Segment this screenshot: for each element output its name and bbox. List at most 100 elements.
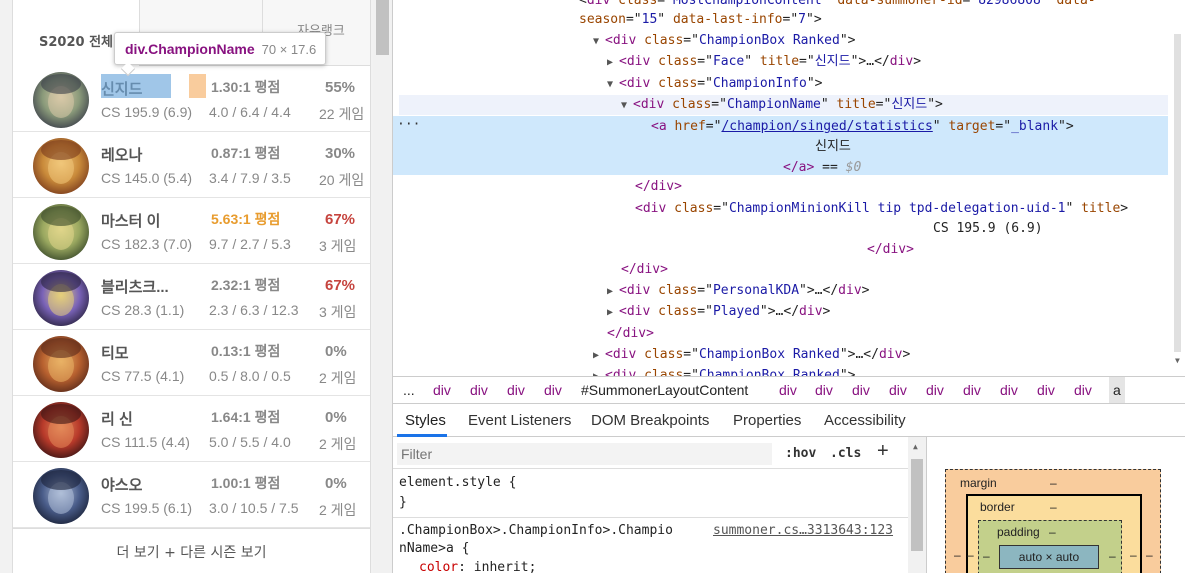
- page-scroll-thumb[interactable]: [376, 0, 389, 55]
- collapsed-triangle-icon[interactable]: ▶: [607, 282, 619, 302]
- padding-left-value[interactable]: –: [983, 549, 990, 563]
- margin-value[interactable]: –: [1050, 476, 1057, 490]
- breadcrumb-item[interactable]: div: [470, 382, 488, 398]
- padding-right-value[interactable]: –: [1109, 549, 1116, 563]
- champion-avatar[interactable]: [33, 402, 89, 458]
- dom-node-line[interactable]: ▶ <div class="Face" title="신지드">…</div>: [607, 52, 921, 72]
- collapsed-triangle-icon[interactable]: ▶: [607, 53, 619, 73]
- champion-row[interactable]: 야스오 CS 199.5 (6.1) 1.00:1 평점 3.0 / 10.5 / 7…: [13, 462, 370, 528]
- breadcrumb-item[interactable]: div: [507, 382, 525, 398]
- elements-scrollbar[interactable]: ▼: [1168, 0, 1185, 376]
- tab-properties[interactable]: Properties: [733, 412, 801, 429]
- collapsed-triangle-icon[interactable]: ▶: [593, 367, 605, 376]
- styles-scroll-thumb[interactable]: [911, 459, 923, 551]
- breadcrumb-item[interactable]: div: [852, 382, 870, 398]
- border-left-value[interactable]: –: [967, 548, 974, 562]
- elements-scroll-thumb[interactable]: [1174, 34, 1181, 352]
- dom-node-line[interactable]: <a href="/champion/singed/statistics" ta…: [651, 117, 1074, 137]
- breadcrumb-item[interactable]: div: [433, 382, 451, 398]
- champion-avatar[interactable]: [33, 72, 89, 128]
- dom-token[interactable]: /champion/singed/statistics: [721, 119, 932, 134]
- dom-node-line[interactable]: </div>: [867, 240, 914, 260]
- breadcrumb-item[interactable]: div: [1000, 382, 1018, 398]
- dom-node-line[interactable]: ▼ <div class="ChampionBox Ranked">: [593, 31, 855, 51]
- dom-node-line[interactable]: </div>: [635, 177, 682, 197]
- dom-node-line[interactable]: ▼ <div class="ChampionName" title="신지드">: [621, 95, 943, 115]
- champion-row[interactable]: 티모 CS 77.5 (4.1) 0.13:1 평점 0.5 / 8.0 / 0.5 0…: [13, 330, 370, 396]
- cls-toggle[interactable]: .cls: [830, 446, 861, 461]
- padding-value[interactable]: –: [1049, 525, 1056, 539]
- scroll-up-arrow-icon[interactable]: ▲: [913, 442, 918, 451]
- dom-node-line[interactable]: </div>: [621, 260, 668, 280]
- styles-filter-input[interactable]: [397, 443, 772, 465]
- dom-node-line[interactable]: ▶<div class="ChampionBox Ranked">: [593, 366, 855, 376]
- champion-name[interactable]: 마스터 이: [101, 210, 160, 231]
- champion-name[interactable]: 리 신: [101, 408, 133, 429]
- champion-row[interactable]: 레오나 CS 145.0 (5.4) 0.87:1 평점 3.4 / 7.9 / 3.…: [13, 132, 370, 198]
- dom-node-line[interactable]: <div class="ChampionMinionKill tip tpd-d…: [635, 199, 1128, 219]
- dom-node-line[interactable]: ▶ <div class="Played">…</div>: [607, 302, 830, 322]
- breadcrumb-item[interactable]: div: [926, 382, 944, 398]
- champion-avatar[interactable]: [33, 270, 89, 326]
- breadcrumb-item[interactable]: #SummonerLayoutContent: [581, 382, 748, 398]
- expand-triangle-icon[interactable]: ▼: [593, 32, 605, 52]
- champion-avatar[interactable]: [33, 336, 89, 392]
- margin-right-value[interactable]: –: [1146, 548, 1153, 562]
- breadcrumb-item[interactable]: a: [1109, 377, 1125, 403]
- champion-row[interactable]: 마스터 이 CS 182.3 (7.0) 5.63:1 평점 9.7 / 2.7 / …: [13, 198, 370, 264]
- node-menu-dots[interactable]: ···: [397, 117, 420, 132]
- new-rule-plus-icon[interactable]: +: [877, 440, 889, 463]
- collapsed-triangle-icon[interactable]: ▶: [593, 346, 605, 366]
- dom-node-line[interactable]: 신지드: [815, 137, 851, 157]
- champion-name[interactable]: 티모: [101, 342, 129, 363]
- breadcrumb-item[interactable]: div: [963, 382, 981, 398]
- breadcrumb-item[interactable]: div: [544, 382, 562, 398]
- border-right-value[interactable]: –: [1130, 548, 1137, 562]
- breadcrumb-item[interactable]: div: [889, 382, 907, 398]
- rule-selector-cont[interactable]: nName>a {: [399, 541, 469, 556]
- champion-name[interactable]: 야스오: [101, 474, 142, 495]
- collapsed-triangle-icon[interactable]: ▶: [607, 303, 619, 323]
- dom-node-line[interactable]: </div>: [607, 324, 654, 344]
- hov-toggle[interactable]: :hov: [785, 446, 816, 461]
- dom-node-line[interactable]: ▼ <div class="ChampionInfo">: [607, 74, 823, 94]
- expand-triangle-icon[interactable]: ▼: [607, 75, 619, 95]
- breadcrumb-item[interactable]: div: [1074, 382, 1092, 398]
- box-model-padding[interactable]: padding – – – auto × auto: [978, 520, 1122, 573]
- box-model-margin[interactable]: margin – – – border – – – padding – – – …: [945, 469, 1161, 573]
- tab-dom-breakpoints[interactable]: DOM Breakpoints: [591, 412, 709, 429]
- dom-node-line[interactable]: ▶ <div class="ChampionBox Ranked">…</div>: [593, 345, 910, 365]
- tab-styles[interactable]: Styles: [405, 412, 446, 429]
- more-button[interactable]: 더 보기 + 다른 시즌 보기: [13, 528, 370, 573]
- champion-avatar[interactable]: [33, 138, 89, 194]
- breadcrumb-item[interactable]: ...: [403, 382, 415, 398]
- champion-avatar[interactable]: [33, 204, 89, 260]
- champion-name[interactable]: 레오나: [101, 144, 142, 165]
- breadcrumb-item[interactable]: div: [1037, 382, 1055, 398]
- breadcrumb-item[interactable]: div: [815, 382, 833, 398]
- scroll-down-arrow-icon[interactable]: ▼: [1175, 356, 1180, 365]
- element-style-selector[interactable]: element.style {: [399, 475, 516, 490]
- styles-scrollbar[interactable]: ▲: [908, 437, 926, 573]
- box-model-border[interactable]: border – – – padding – – – auto × auto: [966, 494, 1142, 573]
- rule-source-link[interactable]: summoner.cs…3313643:123: [713, 523, 893, 538]
- champion-avatar[interactable]: [33, 468, 89, 524]
- champion-row[interactable]: 리 신 CS 111.5 (4.4) 1.64:1 평점 5.0 / 5.5 / 4.…: [13, 396, 370, 462]
- dom-node-line[interactable]: </a> == $0: [783, 158, 861, 178]
- tab-accessibility[interactable]: Accessibility: [824, 412, 906, 429]
- rule-declaration[interactable]: color: inherit;: [419, 560, 536, 573]
- box-model-content[interactable]: auto × auto: [999, 545, 1099, 569]
- expand-triangle-icon[interactable]: ▼: [621, 96, 633, 116]
- dom-node-line[interactable]: CS 195.9 (6.9): [933, 219, 1043, 239]
- breadcrumb-item[interactable]: div: [779, 382, 797, 398]
- rule-value[interactable]: inherit;: [474, 560, 537, 573]
- page-scrollbar[interactable]: [373, 0, 392, 573]
- dom-node-line[interactable]: ▶ <div class="PersonalKDA">…</div>: [607, 281, 869, 301]
- champion-name[interactable]: 블리츠크...: [101, 276, 169, 297]
- rule-property[interactable]: color: [419, 560, 458, 573]
- dom-node-line[interactable]: season="15" data-last-info="7">: [579, 10, 822, 30]
- tab-event-listeners[interactable]: Event Listeners: [468, 412, 571, 429]
- rule-selector[interactable]: .ChampionBox>.ChampionInfo>.Champio: [399, 523, 673, 538]
- champion-row[interactable]: 블리츠크... CS 28.3 (1.1) 2.32:1 평점 2.3 / 6.3 /…: [13, 264, 370, 330]
- margin-left-value[interactable]: –: [954, 548, 961, 562]
